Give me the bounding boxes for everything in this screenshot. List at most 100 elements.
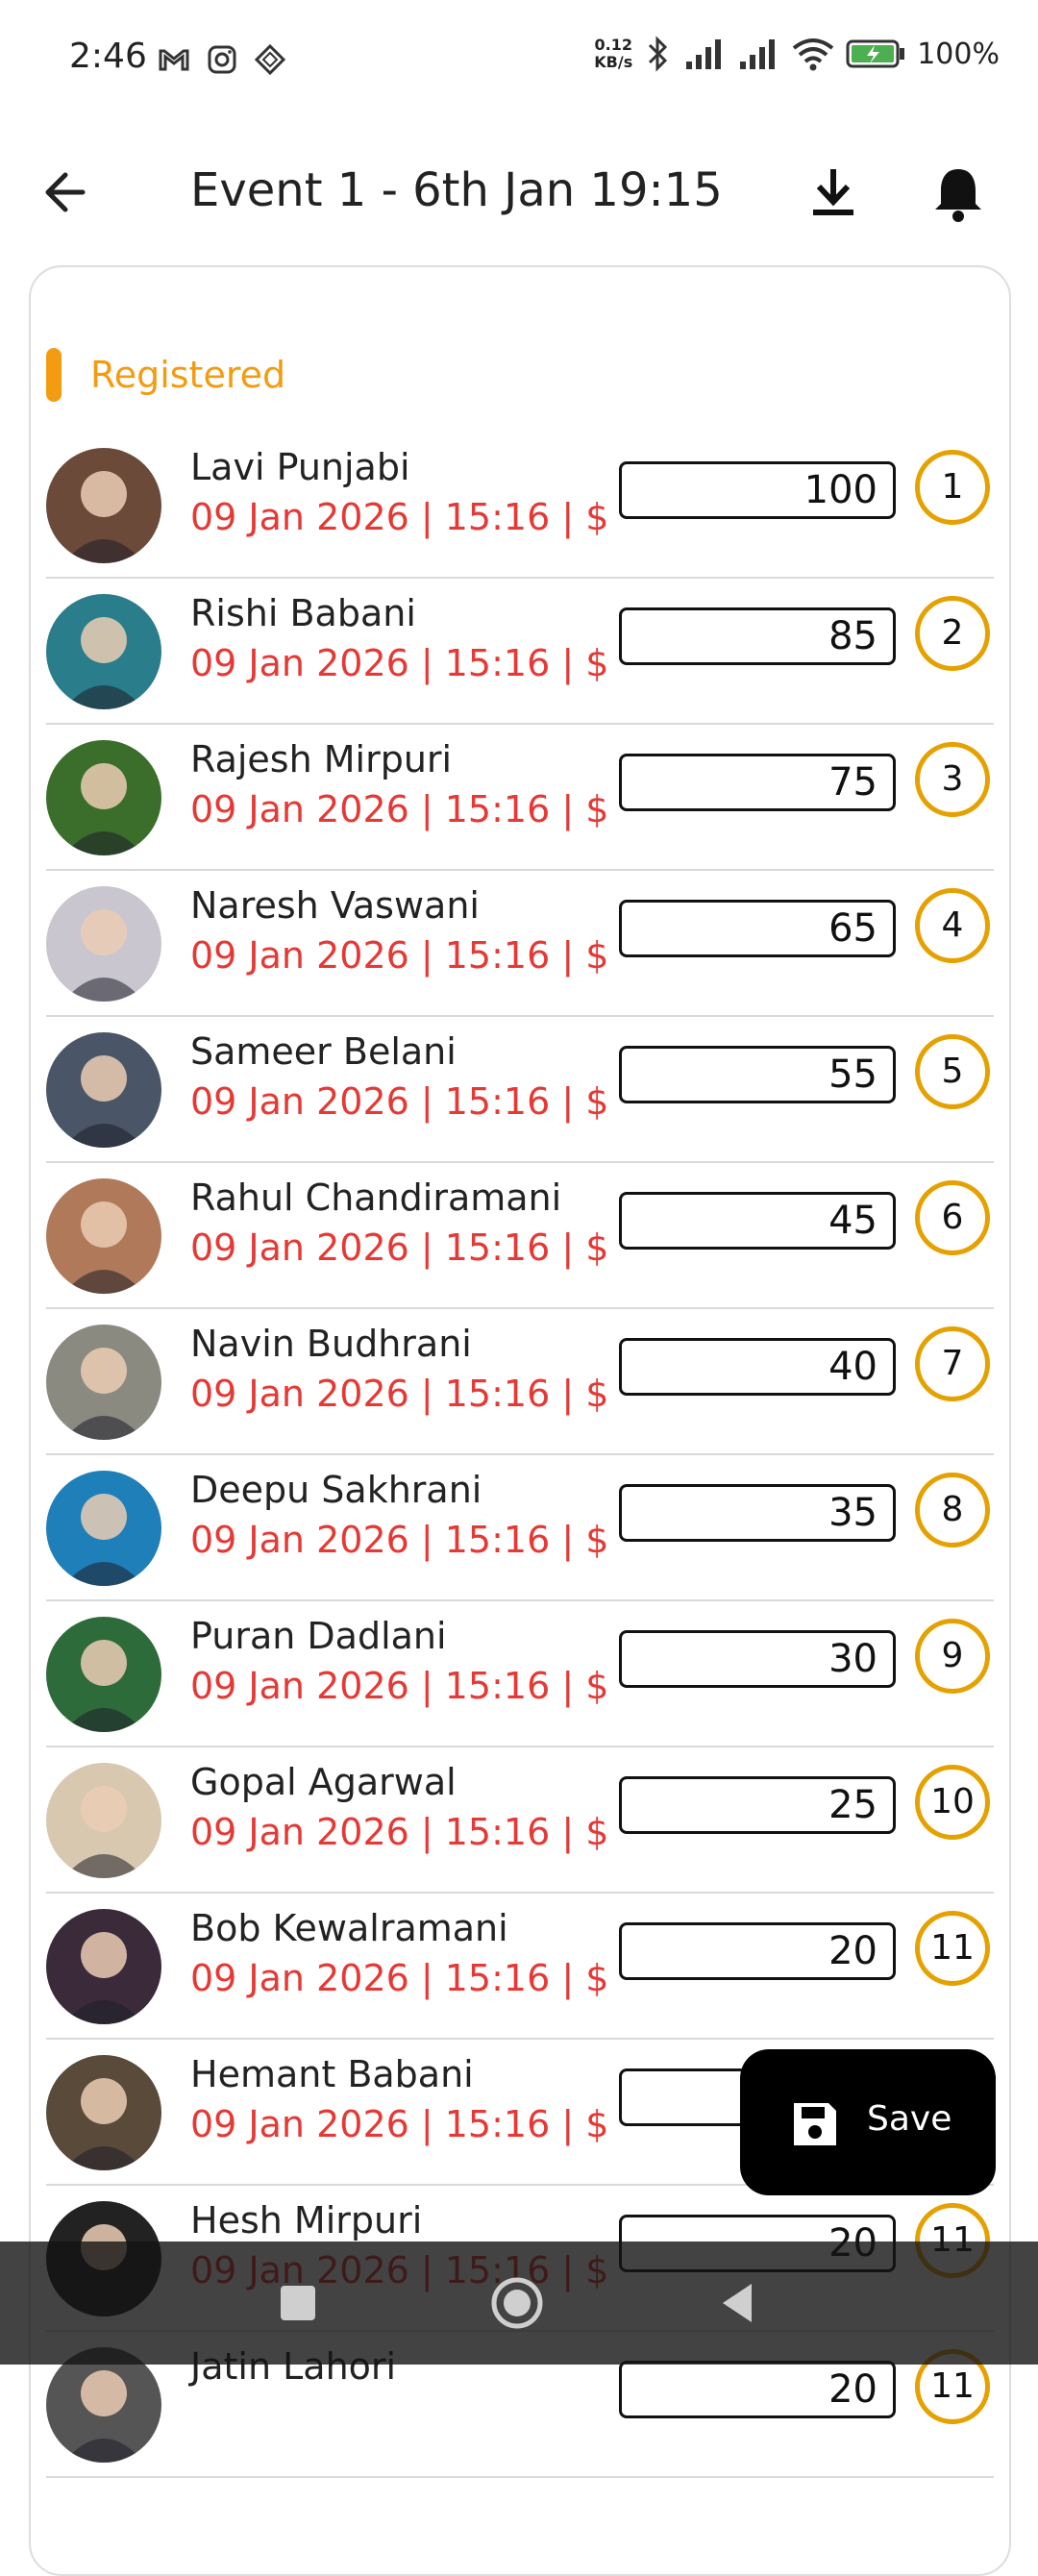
points-input[interactable]: 75 <box>619 754 896 811</box>
points-input[interactable]: 30 <box>619 1630 896 1688</box>
points-input[interactable]: 35 <box>619 1484 896 1542</box>
save-label: Save <box>867 2099 952 2139</box>
player-name: Deepu Sakhrani <box>190 1469 482 1511</box>
player-registration-info: 09 Jan 2026 | 15:16 | $ <box>190 496 609 538</box>
player-name: Bob Kewalramani <box>190 1907 508 1949</box>
rank-badge: 6 <box>915 1180 990 1255</box>
points-input[interactable]: 55 <box>619 1046 896 1103</box>
player-registration-info: 09 Jan 2026 | 15:16 | $ <box>190 642 609 684</box>
rank-badge: 1 <box>915 450 990 525</box>
recents-icon[interactable] <box>269 2274 327 2332</box>
points-input[interactable]: 65 <box>619 900 896 957</box>
avatar <box>46 2347 161 2463</box>
player-row[interactable]: Rahul Chandiramani 09 Jan 2026 | 15:16 | … <box>46 1163 994 1309</box>
player-row[interactable]: Rishi Babani 09 Jan 2026 | 15:16 | $85 2 <box>46 579 994 725</box>
rank-badge: 4 <box>915 888 990 963</box>
player-name: Hesh Mirpuri <box>190 2199 423 2242</box>
points-input[interactable]: 40 <box>619 1338 896 1396</box>
player-name: Puran Dadlani <box>190 1615 447 1657</box>
player-registration-info: 09 Jan 2026 | 15:16 | $ <box>190 1226 609 1269</box>
registered-card: Registered Lavi Punjabi 09 Jan 2026 | 15:… <box>29 265 1011 2576</box>
points-input[interactable]: 45 <box>619 1192 896 1250</box>
avatar <box>46 1617 161 1732</box>
battery-percent: 100% <box>917 37 1000 71</box>
battery-charging-icon <box>846 39 905 68</box>
signal-1-icon <box>686 39 722 69</box>
system-nav-bar <box>0 2242 1038 2365</box>
player-name: Sameer Belani <box>190 1030 457 1073</box>
system-icons: 0.12 KB/s 100% <box>594 35 1000 73</box>
save-button[interactable]: Save <box>740 2049 996 2195</box>
bell-icon[interactable] <box>925 163 992 225</box>
points-input[interactable]: 20 <box>619 1922 896 1980</box>
points-input[interactable]: 100 <box>619 461 896 519</box>
player-row[interactable]: Gopal Agarwal 09 Jan 2026 | 15:16 | $25 10 <box>46 1747 994 1894</box>
status-time: 2:46 <box>69 37 147 76</box>
player-registration-info: 09 Jan 2026 | 15:16 | $ <box>190 1519 609 1561</box>
player-row[interactable]: Puran Dadlani 09 Jan 2026 | 15:16 | $30 9 <box>46 1601 994 1747</box>
section-accent-bar <box>46 348 62 402</box>
back-nav-icon[interactable] <box>709 2274 767 2332</box>
bluetooth-icon <box>649 36 668 72</box>
player-row[interactable]: Lavi Punjabi 09 Jan 2026 | 15:16 | $100 1 <box>46 433 994 579</box>
network-speed-value: 0.12 <box>594 36 632 54</box>
status-bar: 2:46 0.12 KB/s 100% <box>0 0 1038 125</box>
player-row[interactable]: Naresh Vaswani 09 Jan 2026 | 15:16 | $65 4 <box>46 871 994 1017</box>
avatar <box>46 740 161 855</box>
player-registration-info: 09 Jan 2026 | 15:16 | $ <box>190 2103 609 2145</box>
app-bar: Event 1 - 6th Jan 19:15 <box>0 135 1038 250</box>
avatar <box>46 1909 161 2024</box>
points-input[interactable]: 25 <box>619 1776 896 1834</box>
home-icon[interactable] <box>488 2274 546 2332</box>
player-registration-info: 09 Jan 2026 | 15:16 | $ <box>190 1665 609 1707</box>
player-name: Rahul Chandiramani <box>190 1177 562 1219</box>
player-name: Rajesh Mirpuri <box>190 738 453 780</box>
player-name: Hemant Babani <box>190 2053 474 2095</box>
player-registration-info: 09 Jan 2026 | 15:16 | $ <box>190 1811 609 1853</box>
page-title: Event 1 - 6th Jan 19:15 <box>190 163 723 217</box>
player-row[interactable]: Deepu Sakhrani 09 Jan 2026 | 15:16 | $35 8 <box>46 1455 994 1601</box>
player-name: Lavi Punjabi <box>190 446 410 488</box>
avatar <box>46 886 161 1002</box>
notification-icons <box>157 42 287 77</box>
points-input[interactable]: 85 <box>619 607 896 665</box>
save-icon <box>794 2103 836 2145</box>
player-registration-info: 09 Jan 2026 | 15:16 | $ <box>190 788 609 830</box>
instagram-icon <box>208 45 236 74</box>
avatar <box>46 1325 161 1440</box>
rank-badge: 3 <box>915 742 990 817</box>
rank-badge: 9 <box>915 1619 990 1694</box>
player-name: Naresh Vaswani <box>190 884 480 927</box>
player-registration-info: 09 Jan 2026 | 15:16 | $ <box>190 1373 609 1415</box>
player-name: Navin Budhrani <box>190 1323 472 1365</box>
rank-badge: 10 <box>915 1765 990 1840</box>
points-input[interactable]: 20 <box>619 2361 896 2418</box>
player-row[interactable]: Sameer Belani 09 Jan 2026 | 15:16 | $55 5 <box>46 1017 994 1163</box>
gmail-icon <box>159 49 189 71</box>
player-name: Gopal Agarwal <box>190 1761 457 1803</box>
section-title: Registered <box>90 354 286 396</box>
player-name: Rishi Babani <box>190 592 416 634</box>
rank-badge: 11 <box>915 1911 990 1986</box>
rank-badge: 5 <box>915 1034 990 1109</box>
back-arrow-icon[interactable] <box>38 163 106 221</box>
player-row[interactable]: Bob Kewalramani 09 Jan 2026 | 15:16 | $20… <box>46 1894 994 2040</box>
avatar <box>46 448 161 563</box>
player-row[interactable]: Rajesh Mirpuri 09 Jan 2026 | 15:16 | $75 3 <box>46 725 994 871</box>
network-speed-unit: KB/s <box>594 53 633 71</box>
rank-badge: 7 <box>915 1326 990 1401</box>
network-speed: 0.12 KB/s <box>594 37 632 71</box>
player-registration-info: 09 Jan 2026 | 15:16 | $ <box>190 1080 609 1123</box>
avatar <box>46 1471 161 1586</box>
avatar <box>46 1032 161 1148</box>
download-icon[interactable] <box>800 163 867 225</box>
player-registration-info: 09 Jan 2026 | 15:16 | $ <box>190 1957 609 1999</box>
avatar <box>46 1178 161 1294</box>
avatar <box>46 2055 161 2170</box>
signal-2-icon <box>740 39 776 69</box>
avatar <box>46 594 161 709</box>
wifi-icon <box>792 38 834 71</box>
rank-badge: 2 <box>915 596 990 671</box>
player-row[interactable]: Navin Budhrani 09 Jan 2026 | 15:16 | $40 7 <box>46 1309 994 1455</box>
avatar <box>46 1763 161 1878</box>
